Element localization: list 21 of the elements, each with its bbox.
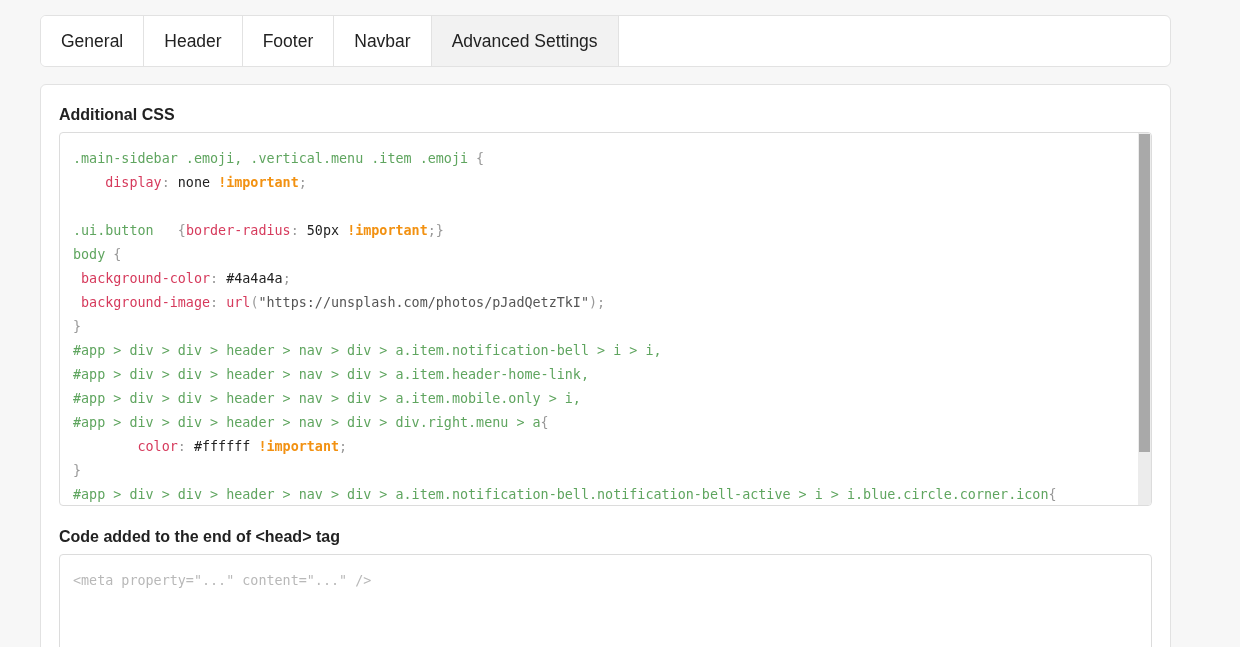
code-line: body {	[73, 246, 123, 264]
code-line: }	[73, 462, 83, 480]
code-line: background-color: #4a4a4a;	[80, 270, 292, 288]
code-editor[interactable]	[59, 132, 1152, 506]
code-line: .ui.button {border-radius: 50px !important;}	[73, 222, 445, 240]
code-line: #app > div > div > header > nav > div > a.item.header-home-link,	[73, 366, 590, 384]
field-label: Additional CSS	[59, 105, 176, 125]
code-line: #app > div > div > header > nav > div > a.item.notification-bell > i > i,	[73, 342, 663, 360]
field-label: Code added to the end of <head> tag	[59, 527, 341, 547]
code-line: .main-sidebar .emoji, .vertical.menu .item .emoji {	[73, 150, 486, 168]
tab[interactable]: Advanced Settings	[431, 16, 619, 66]
code-line: #app > div > div > header > nav > div > a.item.mobile.only > i,	[73, 390, 582, 408]
tab[interactable]: General	[41, 16, 145, 66]
code-line: color: #ffffff !important;	[136, 438, 349, 456]
code-line: #app > div > div > header > nav > div > div.right.menu > a{	[73, 414, 550, 432]
code-input-field[interactable]: <meta property="..." content="..." />	[59, 554, 1152, 647]
code-line: #app > div > div > header > nav > div > a.item.notification-bell.notification-bell-active > i > i.blue.circle.corner.icon{	[73, 486, 1058, 504]
scrollbar[interactable]	[1138, 133, 1151, 505]
code-line: background-image: url("https://unsplash.com/photos/pJadQetzTkI");	[80, 294, 607, 312]
code-line: }	[73, 318, 83, 336]
code-line: display: none !important;	[104, 174, 308, 192]
